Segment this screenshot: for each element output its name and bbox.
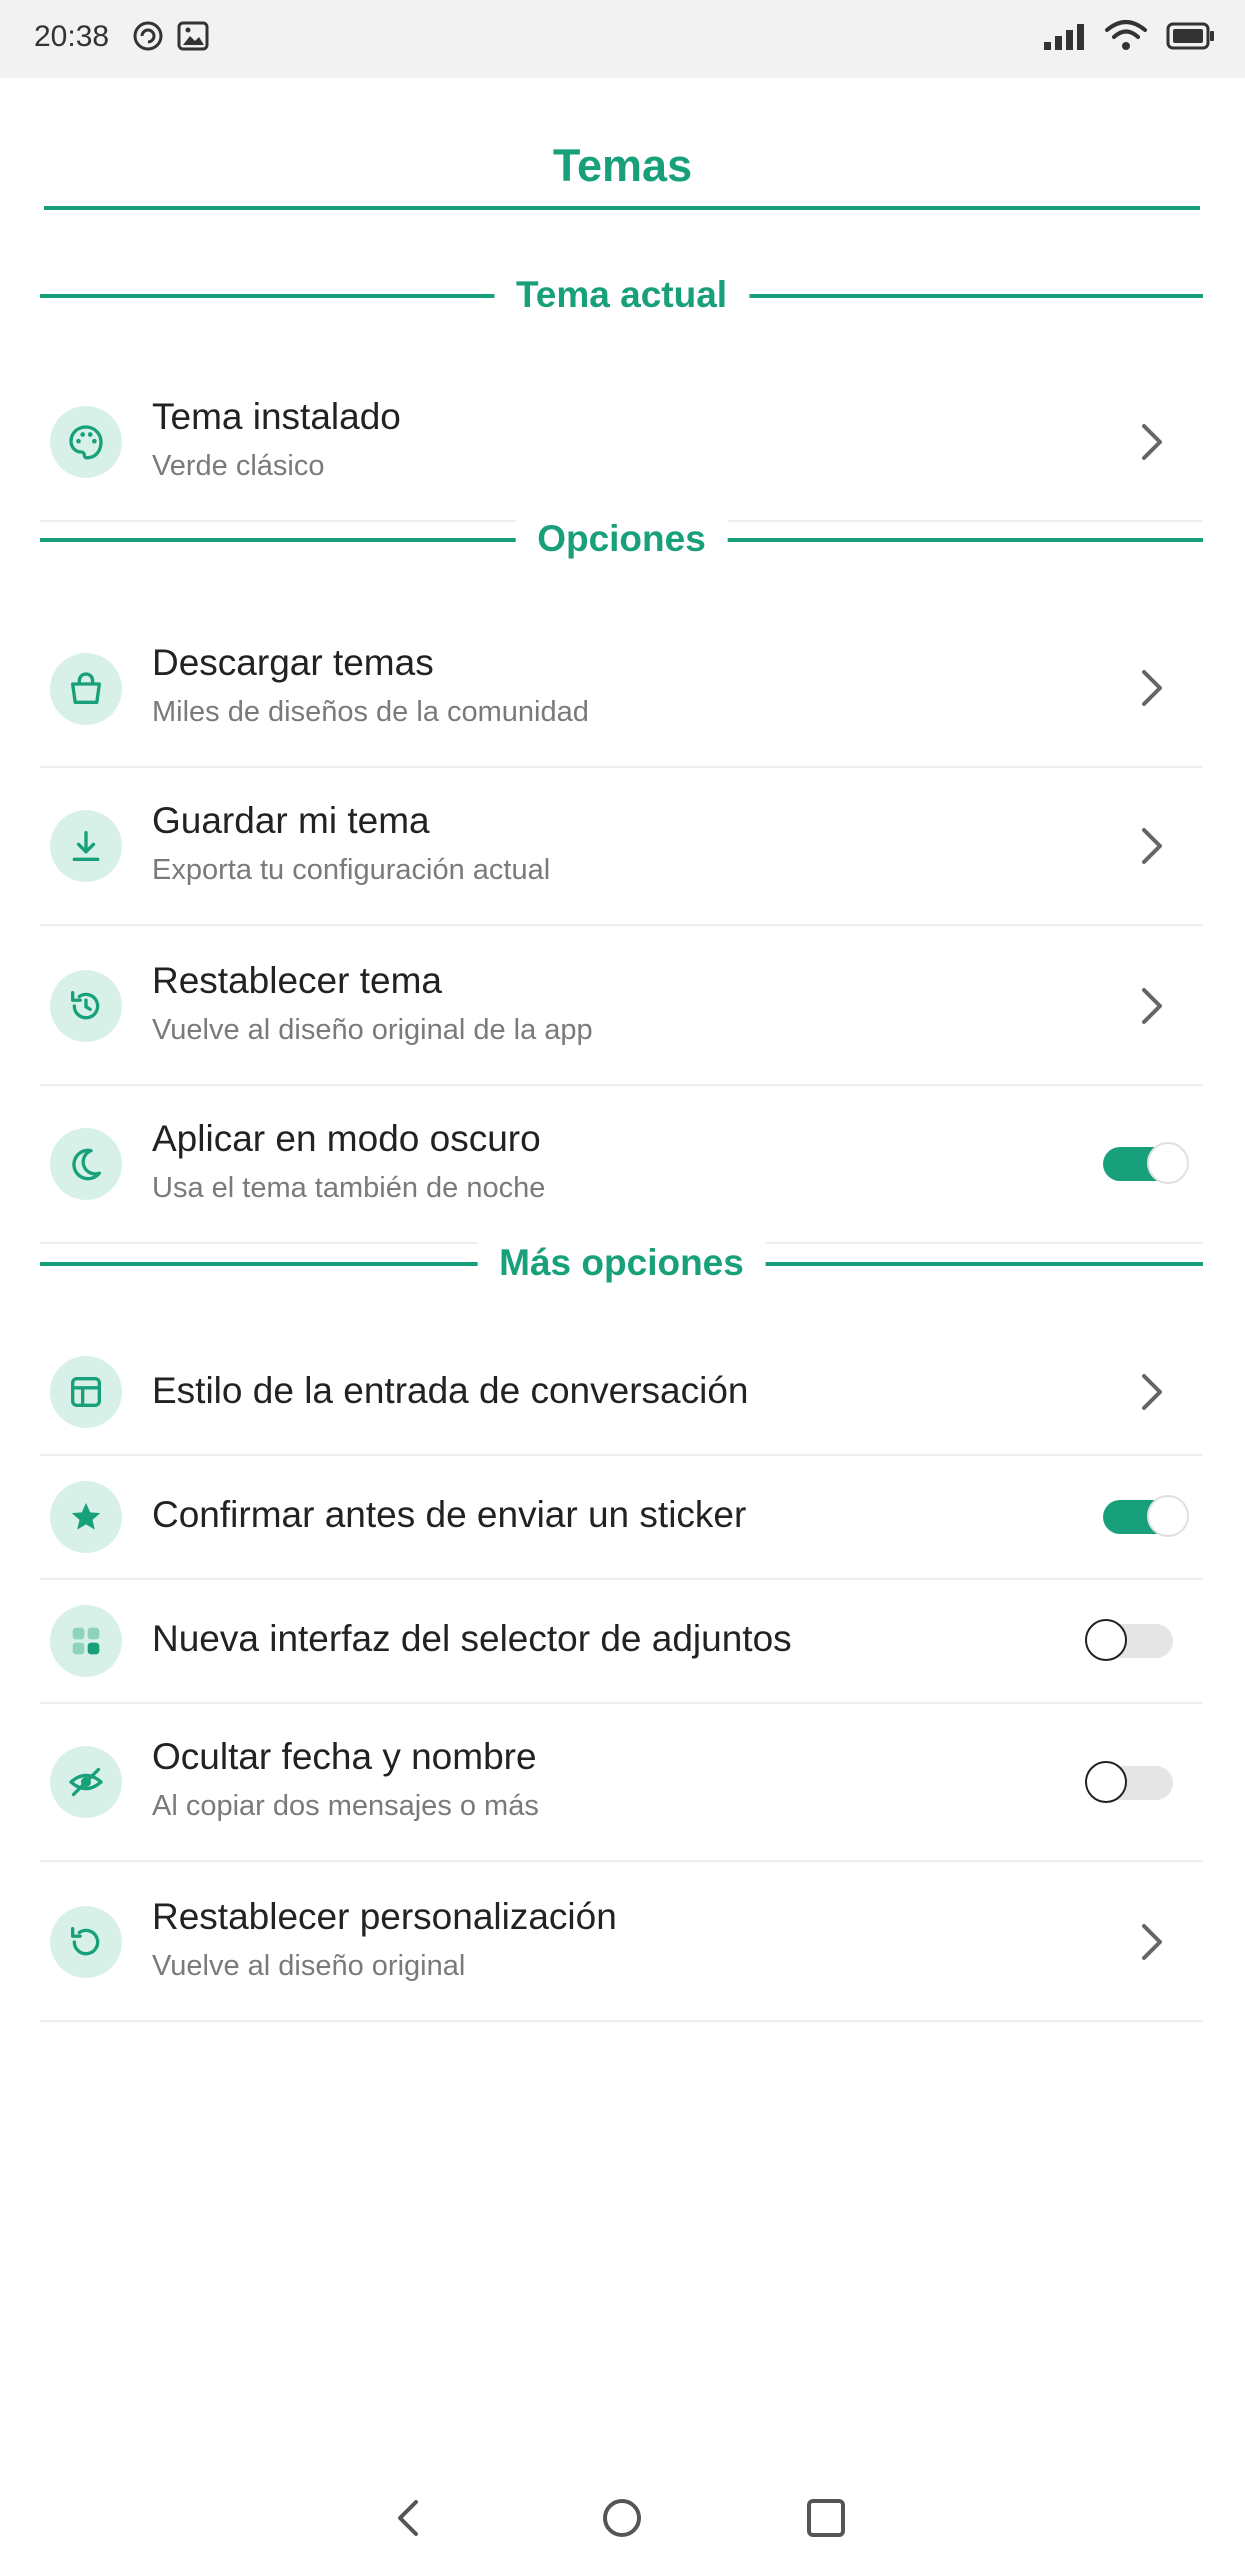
row-title: Restablecer personalización [152, 1896, 617, 1937]
toggle-knob [1085, 1619, 1127, 1661]
section-label: Más opciones [477, 1238, 766, 1288]
row-subtitle: Exporta tu configuración actual [152, 854, 551, 886]
reset-icon [50, 970, 122, 1042]
signal-icon [1044, 24, 1084, 50]
moon-icon [50, 1128, 122, 1200]
toggle-knob [1147, 1495, 1189, 1537]
back-icon[interactable] [378, 2488, 438, 2548]
section-label: Opciones [515, 514, 728, 564]
row-reset-theme[interactable]: Restablecer tema Vuelve al diseño origin… [40, 926, 1203, 1086]
chevron-right-icon [1142, 1374, 1162, 1410]
row-title: Estilo de la entrada de conversación [152, 1370, 749, 1411]
row-subtitle: Usa el tema también de noche [152, 1172, 546, 1204]
row-title: Confirmar antes de enviar un sticker [152, 1494, 747, 1535]
confirm-sticker-toggle[interactable] [1103, 1495, 1189, 1537]
chevron-right-icon [1142, 1924, 1162, 1960]
chevron-right-icon [1142, 828, 1162, 864]
battery-icon [1166, 22, 1214, 50]
row-dark-mode[interactable]: Aplicar en modo oscuro Usa el tema tambi… [40, 1086, 1203, 1244]
eye-off-icon [50, 1746, 122, 1818]
chevron-right-icon [1142, 670, 1162, 706]
row-subtitle: Vuelve al diseño original de la app [152, 1014, 593, 1046]
row-subtitle: Vuelve al diseño original [152, 1950, 466, 1982]
header-divider [44, 206, 1200, 210]
section-label: Tema actual [493, 270, 750, 320]
reset-icon [50, 1906, 122, 1978]
row-title: Aplicar en modo oscuro [152, 1118, 541, 1159]
attachment-picker-toggle[interactable] [1085, 1619, 1173, 1661]
wifi-icon [1105, 20, 1147, 50]
row-conversation-input-style[interactable]: Estilo de la entrada de conversación [40, 1330, 1203, 1456]
star-icon [50, 1481, 122, 1553]
section-header-current: Tema actual [40, 270, 1203, 320]
row-title: Ocultar fecha y nombre [152, 1736, 537, 1777]
sync-icon [133, 21, 163, 51]
toggle-knob [1147, 1142, 1189, 1184]
status-time: 20:38 [34, 20, 110, 53]
chevron-right-icon [1142, 424, 1162, 460]
hide-date-name-toggle[interactable] [1085, 1761, 1173, 1803]
navigation-bar [0, 2480, 1245, 2560]
toggle-knob [1085, 1761, 1127, 1803]
row-confirm-sticker[interactable]: Confirmar antes de enviar un sticker [40, 1456, 1203, 1580]
download-icon [50, 810, 122, 882]
page-title: Temas [552, 140, 693, 191]
row-hide-date-name[interactable]: Ocultar fecha y nombre Al copiar dos men… [40, 1704, 1203, 1862]
row-title: Guardar mi tema [152, 800, 430, 841]
dark-mode-toggle[interactable] [1103, 1142, 1189, 1184]
row-subtitle: Miles de diseños de la comunidad [152, 696, 589, 728]
shopping-bag-icon [50, 653, 122, 725]
row-title: Restablecer tema [152, 960, 442, 1001]
recents-icon[interactable] [796, 2488, 856, 2548]
status-bar: 20:38 [0, 0, 1245, 78]
row-subtitle: Al copiar dos mensajes o más [152, 1790, 539, 1822]
row-title: Descargar temas [152, 642, 434, 683]
row-title: Nueva interfaz del selector de adjuntos [152, 1618, 792, 1659]
row-title: Tema instalado [152, 396, 401, 437]
row-reset-customization[interactable]: Restablecer personalización Vuelve al di… [40, 1862, 1203, 2022]
palette-icon [50, 406, 122, 478]
grid-icon [50, 1605, 122, 1677]
row-attachment-picker[interactable]: Nueva interfaz del selector de adjuntos [40, 1580, 1203, 1704]
row-installed-theme[interactable]: Tema instalado Verde clásico [40, 370, 1203, 522]
row-subtitle: Verde clásico [152, 450, 325, 482]
row-download-themes[interactable]: Descargar temas Miles de diseños de la c… [40, 612, 1203, 768]
section-header-more: Más opciones [40, 1238, 1203, 1288]
section-header-options: Opciones [40, 514, 1203, 564]
chevron-right-icon [1142, 988, 1162, 1024]
home-icon[interactable] [592, 2488, 652, 2548]
layout-icon [50, 1356, 122, 1428]
image-icon [177, 21, 209, 51]
row-save-theme[interactable]: Guardar mi tema Exporta tu configuración… [40, 768, 1203, 926]
